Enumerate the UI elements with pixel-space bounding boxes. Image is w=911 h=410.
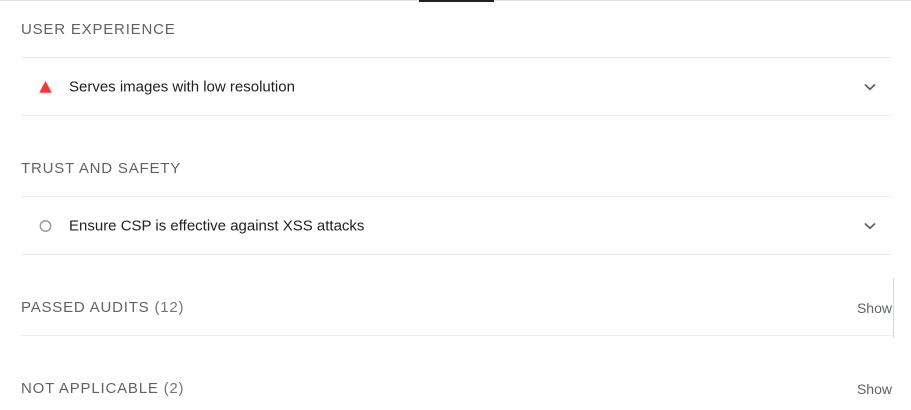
group-title-user-experience: USER EXPERIENCE [21,21,176,38]
divider [21,115,892,116]
active-tab-indicator [419,0,494,2]
group-title-not-applicable[interactable]: NOT APPLICABLE (2) [21,380,184,397]
audit-title: Serves images with low resolution [69,78,295,96]
group-title-passed-audits[interactable]: PASSED AUDITS (12) [21,299,184,316]
show-not-applicable-button[interactable]: Show [857,381,892,397]
chevron-down-icon[interactable] [864,83,876,91]
group-title-label: TRUST AND SAFETY [21,160,182,177]
audit-title: Ensure CSP is effective against XSS atta… [69,217,365,235]
group-count: (2) [163,380,185,397]
focus-edge [893,278,894,338]
divider [21,335,892,336]
group-count: (12) [154,299,185,316]
audit-serves-low-resolution-images[interactable]: Serves images with low resolution [21,58,892,116]
chevron-down-icon[interactable] [864,222,876,230]
group-title-label: NOT APPLICABLE [21,380,159,397]
group-title-label: USER EXPERIENCE [21,21,176,38]
show-passed-audits-button[interactable]: Show [857,300,892,316]
audit-csp-xss[interactable]: Ensure CSP is effective against XSS atta… [21,197,892,255]
divider [21,254,892,255]
fail-triangle-icon [39,81,52,93]
group-title-label: PASSED AUDITS [21,299,150,316]
group-title-trust-and-safety: TRUST AND SAFETY [21,160,181,177]
informative-circle-icon [39,220,52,232]
